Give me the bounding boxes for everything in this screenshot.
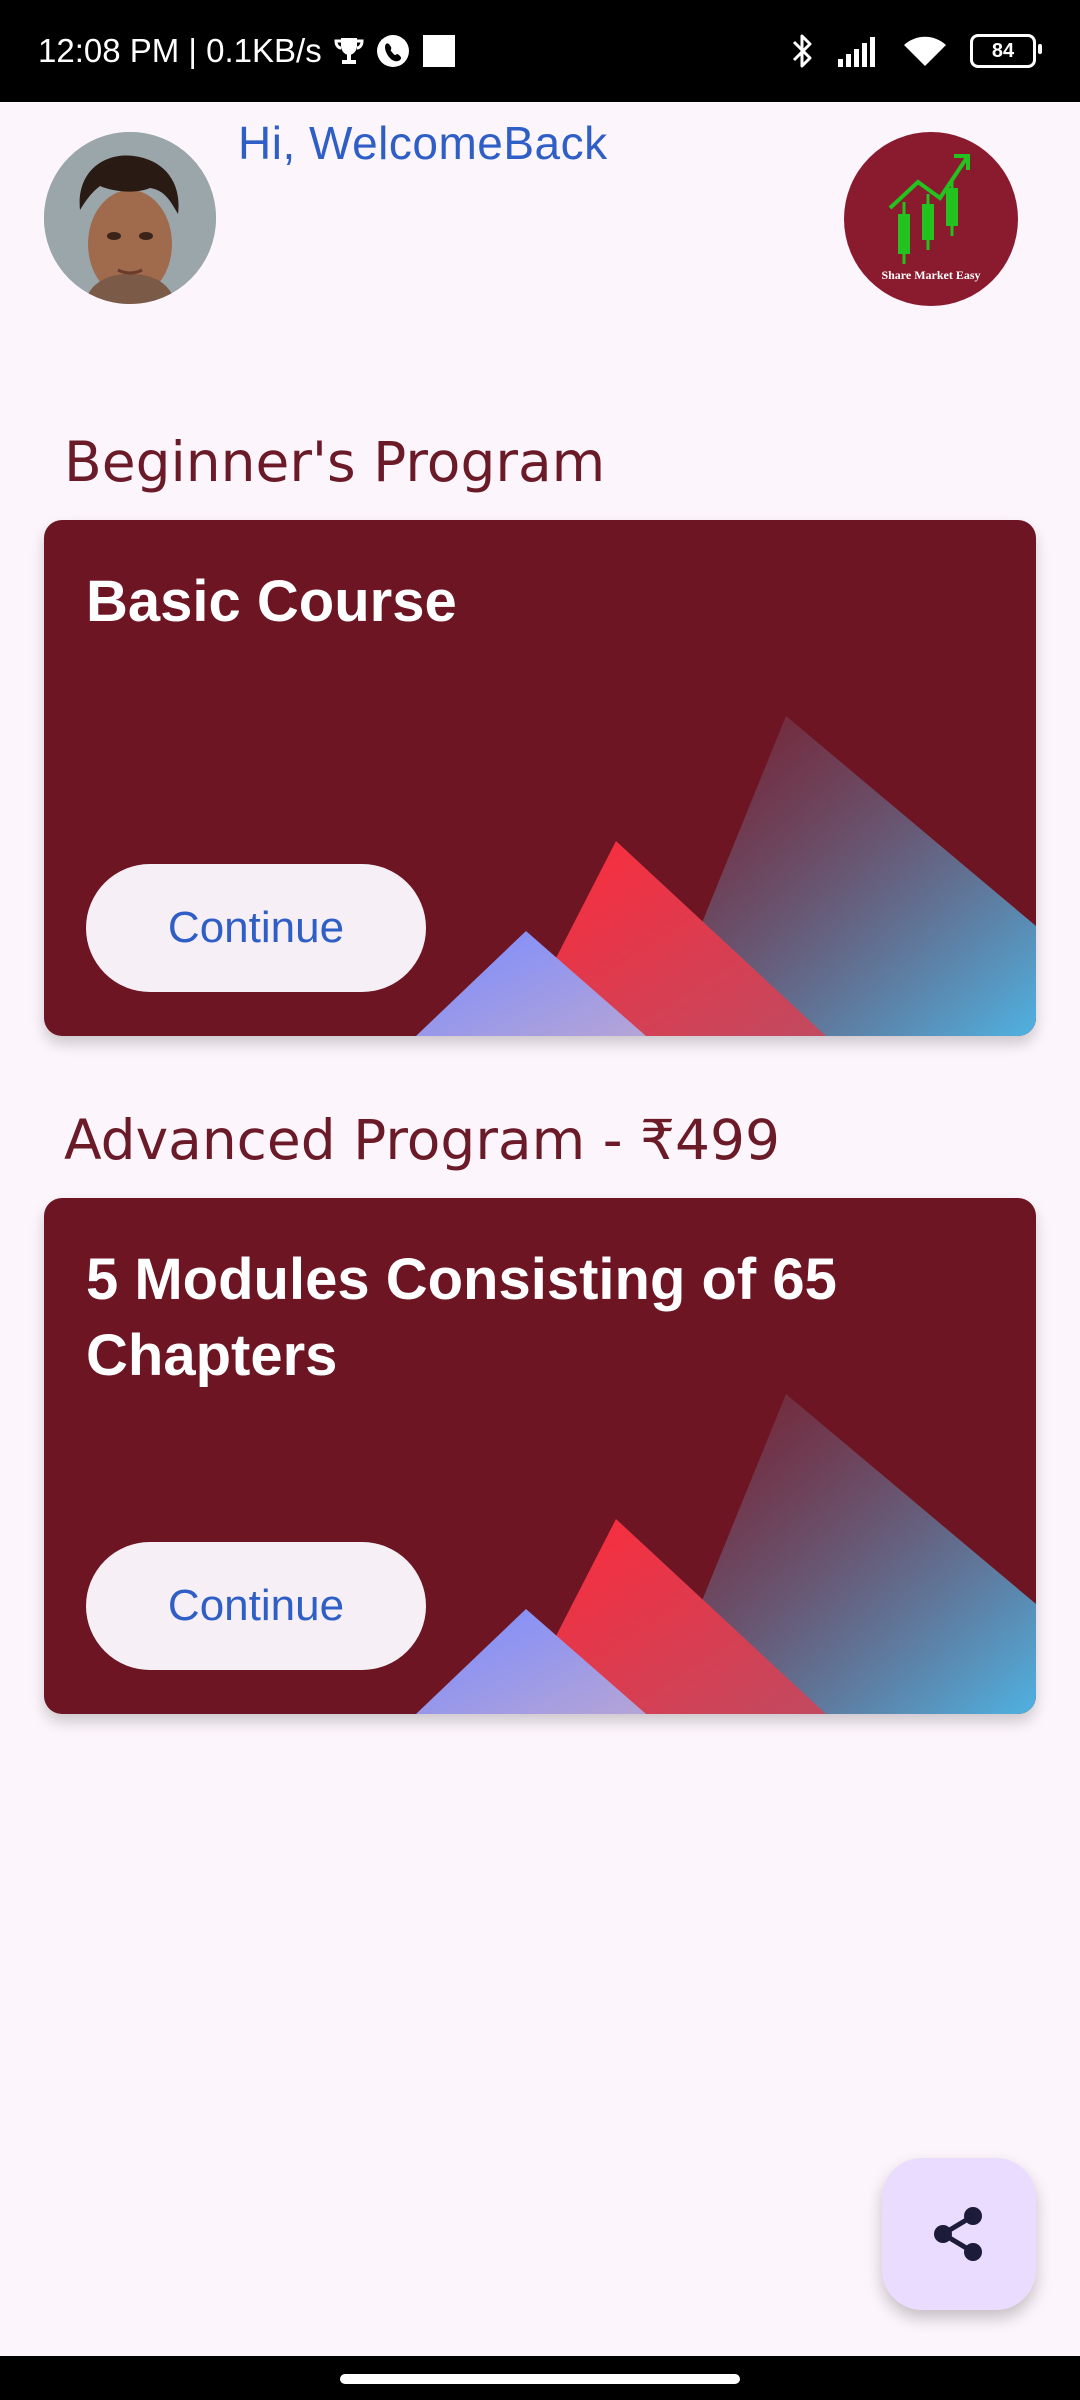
share-icon [934, 2207, 982, 2261]
signal-icon [836, 35, 880, 67]
card-title: Basic Course [86, 569, 457, 634]
app-logo: Share Market Easy [844, 132, 1018, 306]
logo-text: Share Market Easy [881, 268, 981, 282]
continue-button[interactable]: Continue [86, 864, 426, 992]
notification-square-icon [422, 34, 456, 68]
section-title-advanced: Advanced Program - ₹499 [64, 1108, 780, 1172]
bluetooth-icon [790, 32, 814, 70]
welcome-greeting: Hi, WelcomeBack [238, 117, 608, 169]
section-title-beginner: Beginner's Program [64, 430, 606, 494]
card-decoration [416, 1394, 1036, 1714]
trophy-icon [334, 35, 364, 67]
battery-icon: 84 [970, 34, 1042, 68]
continue-button[interactable]: Continue [86, 1542, 426, 1670]
status-right: 84 [790, 0, 1042, 102]
card-decoration [416, 716, 1036, 1036]
home-indicator[interactable] [340, 2374, 740, 2384]
battery-level: 84 [991, 39, 1015, 62]
navigation-bar [0, 2356, 1080, 2400]
course-card-advanced[interactable]: 5 Modules Consisting of 65 Chapters Cont… [44, 1198, 1036, 1714]
phone-call-icon [376, 34, 410, 68]
status-time-speed: 12:08 PM | 0.1KB/s [38, 32, 322, 69]
card-title: 5 Modules Consisting of 65 Chapters [86, 1247, 837, 1388]
avatar[interactable] [44, 132, 216, 304]
course-card-basic[interactable]: Basic Course Continue [44, 520, 1036, 1036]
status-left: 12:08 PM | 0.1KB/s [38, 0, 456, 102]
share-button[interactable] [882, 2158, 1036, 2310]
wifi-icon [902, 34, 948, 68]
status-bar: 12:08 PM | 0.1KB/s 84 [0, 0, 1080, 102]
